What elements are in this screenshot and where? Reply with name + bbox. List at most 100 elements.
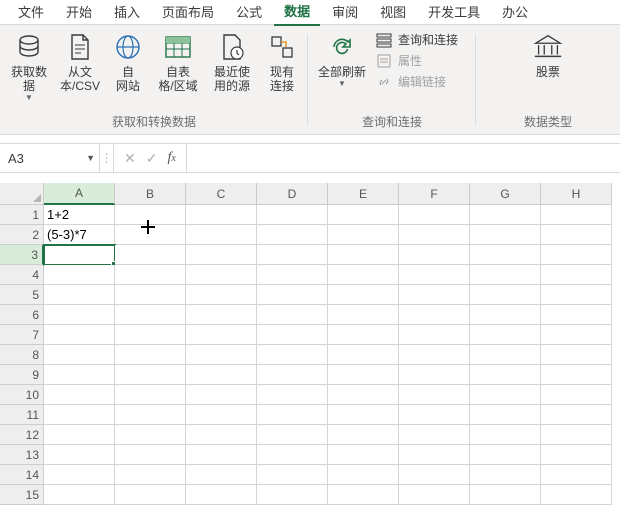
cell-C7[interactable] — [186, 325, 257, 345]
cell-A3[interactable] — [44, 245, 115, 265]
cell-D6[interactable] — [257, 305, 328, 325]
cell-H15[interactable] — [541, 485, 612, 505]
cell-E1[interactable] — [328, 205, 399, 225]
cell-B12[interactable] — [115, 425, 186, 445]
column-header[interactable]: B — [115, 183, 186, 205]
cell-H13[interactable] — [541, 445, 612, 465]
row-header[interactable]: 1 — [0, 205, 44, 225]
cell-F12[interactable] — [399, 425, 470, 445]
cell-F3[interactable] — [399, 245, 470, 265]
cell-G1[interactable] — [470, 205, 541, 225]
cell-D4[interactable] — [257, 265, 328, 285]
cell-A4[interactable] — [44, 265, 115, 285]
cell-G13[interactable] — [470, 445, 541, 465]
cell-E12[interactable] — [328, 425, 399, 445]
cell-B11[interactable] — [115, 405, 186, 425]
cell-A13[interactable] — [44, 445, 115, 465]
cell-H6[interactable] — [541, 305, 612, 325]
cell-B14[interactable] — [115, 465, 186, 485]
cell-B5[interactable] — [115, 285, 186, 305]
cell-E7[interactable] — [328, 325, 399, 345]
cell-B7[interactable] — [115, 325, 186, 345]
select-all-button[interactable] — [0, 183, 44, 205]
cell-B15[interactable] — [115, 485, 186, 505]
column-header[interactable]: A — [44, 183, 115, 205]
cell-C8[interactable] — [186, 345, 257, 365]
cell-A12[interactable] — [44, 425, 115, 445]
cell-C12[interactable] — [186, 425, 257, 445]
cell-E8[interactable] — [328, 345, 399, 365]
cell-A15[interactable] — [44, 485, 115, 505]
cell-G8[interactable] — [470, 345, 541, 365]
cell-G11[interactable] — [470, 405, 541, 425]
cell-G14[interactable] — [470, 465, 541, 485]
cell-D1[interactable] — [257, 205, 328, 225]
cell-B3[interactable] — [115, 245, 186, 265]
cell-C4[interactable] — [186, 265, 257, 285]
cell-A1[interactable]: 1+2 — [44, 205, 115, 225]
cell-C11[interactable] — [186, 405, 257, 425]
tab-devtools[interactable]: 开发工具 — [418, 0, 490, 25]
cell-G10[interactable] — [470, 385, 541, 405]
cell-H5[interactable] — [541, 285, 612, 305]
cell-H12[interactable] — [541, 425, 612, 445]
insert-function-button[interactable]: fx — [167, 150, 175, 166]
cell-E9[interactable] — [328, 365, 399, 385]
cell-B1[interactable] — [115, 205, 186, 225]
cell-B6[interactable] — [115, 305, 186, 325]
cell-D14[interactable] — [257, 465, 328, 485]
row-header[interactable]: 7 — [0, 325, 44, 345]
cell-F5[interactable] — [399, 285, 470, 305]
tab-view[interactable]: 视图 — [370, 0, 416, 25]
cell-C14[interactable] — [186, 465, 257, 485]
cell-D12[interactable] — [257, 425, 328, 445]
cell-F11[interactable] — [399, 405, 470, 425]
row-header[interactable]: 15 — [0, 485, 44, 505]
row-header[interactable]: 4 — [0, 265, 44, 285]
tab-file[interactable]: 文件 — [8, 0, 54, 25]
tab-layout[interactable]: 页面布局 — [152, 0, 224, 25]
tab-review[interactable]: 审阅 — [322, 0, 368, 25]
cell-C6[interactable] — [186, 305, 257, 325]
cell-H11[interactable] — [541, 405, 612, 425]
cell-G2[interactable] — [470, 225, 541, 245]
cell-F1[interactable] — [399, 205, 470, 225]
get-data-button[interactable]: 获取数据 ▼ — [6, 29, 52, 102]
row-header[interactable]: 14 — [0, 465, 44, 485]
column-header[interactable]: D — [257, 183, 328, 205]
cell-E5[interactable] — [328, 285, 399, 305]
cell-E2[interactable] — [328, 225, 399, 245]
row-header[interactable]: 6 — [0, 305, 44, 325]
cell-F9[interactable] — [399, 365, 470, 385]
cell-D11[interactable] — [257, 405, 328, 425]
existing-connections-button[interactable]: 现有连接 — [262, 29, 302, 93]
column-header[interactable]: F — [399, 183, 470, 205]
cell-B13[interactable] — [115, 445, 186, 465]
tab-office[interactable]: 办公 — [492, 0, 538, 25]
column-header[interactable]: H — [541, 183, 612, 205]
cell-D5[interactable] — [257, 285, 328, 305]
cell-D8[interactable] — [257, 345, 328, 365]
row-header[interactable]: 9 — [0, 365, 44, 385]
row-header[interactable]: 3 — [0, 245, 44, 265]
cell-F10[interactable] — [399, 385, 470, 405]
cell-H3[interactable] — [541, 245, 612, 265]
from-table-button[interactable]: 自表格/区域 — [154, 29, 202, 93]
row-header[interactable]: 12 — [0, 425, 44, 445]
cell-C2[interactable] — [186, 225, 257, 245]
cell-A7[interactable] — [44, 325, 115, 345]
column-header[interactable]: G — [470, 183, 541, 205]
cell-E4[interactable] — [328, 265, 399, 285]
cell-H8[interactable] — [541, 345, 612, 365]
cancel-button[interactable]: ✕ — [124, 150, 136, 167]
cell-D15[interactable] — [257, 485, 328, 505]
cell-H14[interactable] — [541, 465, 612, 485]
cell-D9[interactable] — [257, 365, 328, 385]
cell-E3[interactable] — [328, 245, 399, 265]
column-header[interactable]: E — [328, 183, 399, 205]
cell-B8[interactable] — [115, 345, 186, 365]
cell-G7[interactable] — [470, 325, 541, 345]
column-header[interactable]: C — [186, 183, 257, 205]
from-csv-button[interactable]: 从文本/CSV — [58, 29, 102, 93]
cell-F6[interactable] — [399, 305, 470, 325]
